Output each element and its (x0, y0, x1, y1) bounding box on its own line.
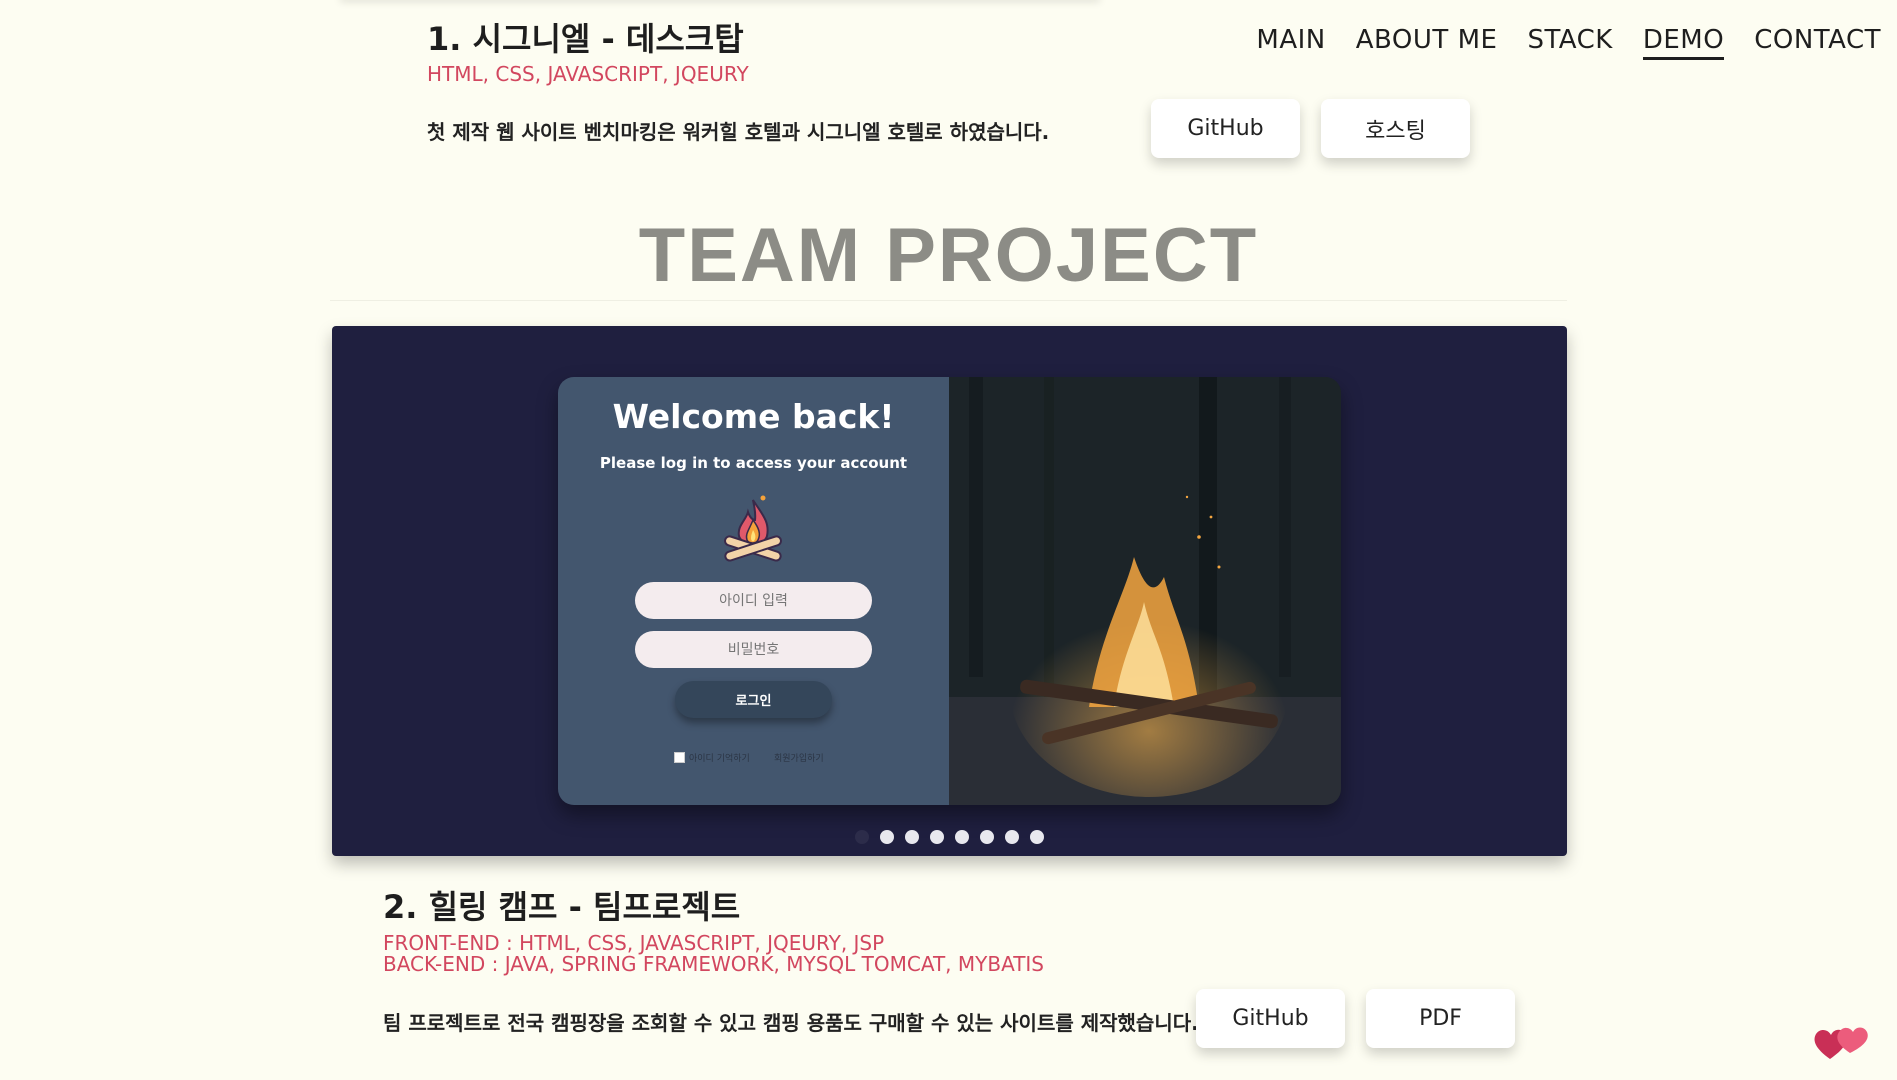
slider-dot[interactable] (1030, 830, 1044, 844)
project1-stack: HTML, CSS, JAVASCRIPT, JQEURY (427, 62, 749, 86)
nav-demo[interactable]: DEMO (1642, 25, 1725, 60)
signup-link[interactable]: 회원가입하기 (774, 751, 824, 764)
hearts-icon[interactable] (1810, 1015, 1872, 1065)
nav-main[interactable]: MAIN (1256, 25, 1325, 60)
project-slider: Welcome back! Please log in to access yo… (332, 326, 1567, 856)
campfire-photo (949, 377, 1341, 805)
project1-title: 1. 시그니엘 - 데스크탑 (427, 20, 744, 58)
nav-about-me[interactable]: ABOUT ME (1356, 25, 1498, 60)
slider-dot[interactable] (980, 830, 994, 844)
password-input[interactable] (635, 631, 872, 668)
nav-contact[interactable]: CONTACT (1754, 25, 1881, 60)
project2-title: 2. 힐링 캠프 - 팀프로젝트 (383, 888, 741, 926)
section-title: TEAM PROJECT (638, 213, 1259, 298)
project1-hosting-button[interactable]: 호스팅 (1321, 99, 1470, 158)
project2-description: 팀 프로젝트로 전국 캠핑장을 조회할 수 있고 캠핑 용품도 구매할 수 있는… (383, 1011, 1199, 1035)
divider (330, 300, 1567, 301)
slide-card: Welcome back! Please log in to access yo… (558, 377, 1341, 805)
login-subtitle: Please log in to access your account (599, 454, 908, 472)
project2-github-button[interactable]: GitHub (1196, 989, 1345, 1048)
project2-frontend: FRONT-END : HTML, CSS, JAVASCRIPT, JQEUR… (383, 931, 885, 955)
login-button[interactable]: 로그인 (675, 681, 832, 718)
main-nav: MAIN ABOUT ME STACK DEMO CONTACT (1256, 25, 1881, 60)
login-panel: Welcome back! Please log in to access yo… (558, 377, 949, 805)
slider-dot[interactable] (1005, 830, 1019, 844)
slider-dot[interactable] (930, 830, 944, 844)
project1-description: 첫 제작 웹 사이트 벤치마킹은 워커힐 호텔과 시그니엘 호텔로 하였습니다. (427, 120, 1050, 144)
id-input[interactable] (635, 582, 872, 619)
project2-backend: BACK-END : JAVA, SPRING FRAMEWORK, MYSQL… (383, 952, 1045, 976)
remember-label: 아이디 기억하기 (689, 754, 750, 764)
remember-id: 아이디 기억하기 (674, 751, 750, 764)
slider-dot[interactable] (955, 830, 969, 844)
nav-stack[interactable]: STACK (1527, 25, 1612, 60)
project2-pdf-button[interactable]: PDF (1366, 989, 1515, 1048)
remember-checkbox[interactable] (674, 752, 685, 763)
welcome-heading: Welcome back! (612, 397, 895, 436)
project1-github-button[interactable]: GitHub (1151, 99, 1300, 158)
slider-dot[interactable] (855, 830, 869, 844)
slider-dot[interactable] (905, 830, 919, 844)
project2-stack: FRONT-END : HTML, CSS, JAVASCRIPT, JQEUR… (383, 933, 1044, 975)
slider-dot[interactable] (880, 830, 894, 844)
slider-dots (332, 830, 1567, 844)
campfire-icon (724, 495, 782, 562)
